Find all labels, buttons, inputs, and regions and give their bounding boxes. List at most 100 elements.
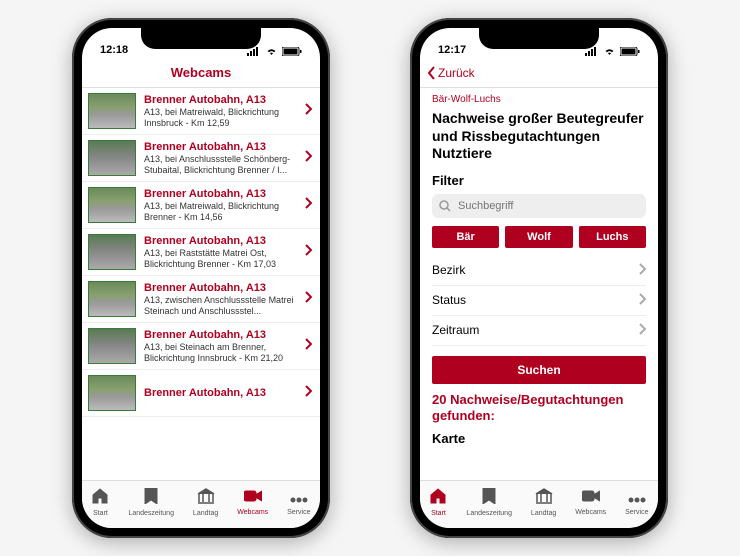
battery-icon xyxy=(282,47,302,56)
webcam-text: Brenner Autobahn, A13 xyxy=(144,387,297,400)
chevron-right-icon xyxy=(305,149,312,167)
webcams-icon xyxy=(582,489,600,508)
tab-landtag[interactable]: Landtag xyxy=(531,488,556,517)
tab-label: Webcams xyxy=(575,509,606,516)
filter-chip[interactable]: Luchs xyxy=(579,226,646,248)
landtag-icon xyxy=(197,488,215,509)
webcam-row[interactable]: Brenner Autobahn, A13 A13, zwischen Ansc… xyxy=(82,276,320,323)
chevron-right-icon xyxy=(305,196,312,214)
back-label: Zurück xyxy=(438,66,475,80)
webcam-text: Brenner Autobahn, A13 A13, bei Matreiwal… xyxy=(144,94,297,129)
battery-icon xyxy=(620,47,640,56)
filter-chip[interactable]: Bär xyxy=(432,226,499,248)
webcam-subtitle: A13, bei Anschlussstelle Schönberg-Stuba… xyxy=(144,154,297,176)
chevron-right-icon xyxy=(305,337,312,355)
webcam-row[interactable]: Brenner Autobahn, A13 xyxy=(82,370,320,417)
tab-landeszeitung[interactable]: Landeszeitung xyxy=(466,488,512,517)
status-indicators xyxy=(247,47,302,56)
tab-label: Landeszeitung xyxy=(466,510,512,517)
tab-start[interactable]: Start xyxy=(429,488,447,517)
chevron-right-icon xyxy=(639,263,646,278)
result-count: 20 Nachweise/Begutachtungen gefunden: xyxy=(432,392,646,426)
webcam-text: Brenner Autobahn, A13 A13, bei Raststätt… xyxy=(144,235,297,270)
select-label: Bezirk xyxy=(432,263,465,277)
chevron-right-icon xyxy=(639,293,646,308)
screen-left: 12:18 Webcams Brenner Autobahn, A13 A13,… xyxy=(82,28,320,528)
tab-label: Landtag xyxy=(193,510,218,517)
select-row[interactable]: Bezirk xyxy=(432,256,646,286)
webcam-subtitle: A13, bei Steinach am Brenner, Blickricht… xyxy=(144,342,297,364)
webcam-title: Brenner Autobahn, A13 xyxy=(144,282,297,294)
webcam-text: Brenner Autobahn, A13 A13, bei Anschluss… xyxy=(144,141,297,176)
service-icon xyxy=(290,490,308,508)
webcam-list[interactable]: Brenner Autobahn, A13 A13, bei Matreiwal… xyxy=(82,88,320,480)
webcam-row[interactable]: Brenner Autobahn, A13 A13, bei Steinach … xyxy=(82,323,320,370)
select-label: Status xyxy=(432,293,466,307)
status-indicators xyxy=(585,47,640,56)
tab-bar: Start Landeszeitung Landtag Webcams Serv… xyxy=(420,480,658,528)
select-row[interactable]: Status xyxy=(432,286,646,316)
filter-heading: Filter xyxy=(432,173,646,188)
webcam-subtitle: A13, bei Matreiwald, Blickrichtung Brenn… xyxy=(144,201,297,223)
tab-service[interactable]: Service xyxy=(625,490,648,516)
start-icon xyxy=(429,488,447,509)
webcam-text: Brenner Autobahn, A13 A13, zwischen Ansc… xyxy=(144,282,297,317)
tab-label: Service xyxy=(287,509,310,516)
webcam-subtitle: A13, bei Raststätte Matrei Ost, Blickric… xyxy=(144,248,297,270)
webcam-title: Brenner Autobahn, A13 xyxy=(144,329,297,341)
back-button[interactable]: Zurück xyxy=(428,58,475,87)
webcam-row[interactable]: Brenner Autobahn, A13 A13, bei Raststätt… xyxy=(82,229,320,276)
webcam-title: Brenner Autobahn, A13 xyxy=(144,141,297,153)
webcam-title: Brenner Autobahn, A13 xyxy=(144,387,297,399)
chip-row: Bär Wolf Luchs xyxy=(432,226,646,248)
status-time: 12:17 xyxy=(438,44,466,56)
filter-chip[interactable]: Wolf xyxy=(505,226,572,248)
start-icon xyxy=(91,488,109,509)
tab-service[interactable]: Service xyxy=(287,490,310,516)
filter-content[interactable]: Bär-Wolf-Luchs Nachweise großer Beutegre… xyxy=(420,88,658,480)
nav-bar: Webcams xyxy=(82,58,320,88)
tab-bar: Start Landeszeitung Landtag Webcams Serv… xyxy=(82,480,320,528)
search-wrap xyxy=(432,194,646,226)
webcam-subtitle: A13, zwischen Anschlussstelle Matrei Ste… xyxy=(144,295,297,317)
webcam-thumbnail xyxy=(88,234,136,270)
screen-right: 12:17 Zurück Bär-Wolf-Luchs Nachweise gr… xyxy=(420,28,658,528)
select-list: Bezirk Status Zeitraum xyxy=(432,256,646,346)
webcam-thumbnail xyxy=(88,187,136,223)
tab-landtag[interactable]: Landtag xyxy=(193,488,218,517)
breadcrumb: Bär-Wolf-Luchs xyxy=(432,94,646,105)
landeszeitung-icon xyxy=(144,488,158,509)
landtag-icon xyxy=(535,488,553,509)
page-heading: Nachweise großer Beutegreufer und Rissbe… xyxy=(432,110,646,163)
webcam-thumbnail xyxy=(88,93,136,129)
chevron-right-icon xyxy=(305,102,312,120)
tab-landeszeitung[interactable]: Landeszeitung xyxy=(128,488,174,517)
chevron-right-icon xyxy=(305,243,312,261)
webcam-thumbnail xyxy=(88,140,136,176)
select-row[interactable]: Zeitraum xyxy=(432,316,646,346)
webcam-text: Brenner Autobahn, A13 A13, bei Matreiwal… xyxy=(144,188,297,223)
service-icon xyxy=(628,490,646,508)
search-button[interactable]: Suchen xyxy=(432,356,646,384)
search-input[interactable] xyxy=(432,194,646,218)
webcam-row[interactable]: Brenner Autobahn, A13 A13, bei Anschluss… xyxy=(82,135,320,182)
tab-label: Webcams xyxy=(237,509,268,516)
webcam-row[interactable]: Brenner Autobahn, A13 A13, bei Matreiwal… xyxy=(82,182,320,229)
nav-bar: Zurück xyxy=(420,58,658,88)
webcam-title: Brenner Autobahn, A13 xyxy=(144,188,297,200)
webcam-text: Brenner Autobahn, A13 A13, bei Steinach … xyxy=(144,329,297,364)
webcam-row[interactable]: Brenner Autobahn, A13 A13, bei Matreiwal… xyxy=(82,88,320,135)
webcam-title: Brenner Autobahn, A13 xyxy=(144,94,297,106)
tab-label: Landeszeitung xyxy=(128,510,174,517)
tab-webcams[interactable]: Webcams xyxy=(237,489,268,516)
tab-label: Start xyxy=(93,510,108,517)
tab-label: Service xyxy=(625,509,648,516)
karte-heading: Karte xyxy=(432,431,646,446)
tab-webcams[interactable]: Webcams xyxy=(575,489,606,516)
phone-right: 12:17 Zurück Bär-Wolf-Luchs Nachweise gr… xyxy=(410,18,668,538)
phone-left: 12:18 Webcams Brenner Autobahn, A13 A13,… xyxy=(72,18,330,538)
tab-start[interactable]: Start xyxy=(91,488,109,517)
chevron-right-icon xyxy=(305,290,312,308)
webcam-subtitle: A13, bei Matreiwald, Blickrichtung Innsb… xyxy=(144,107,297,129)
chevron-right-icon xyxy=(305,384,312,402)
